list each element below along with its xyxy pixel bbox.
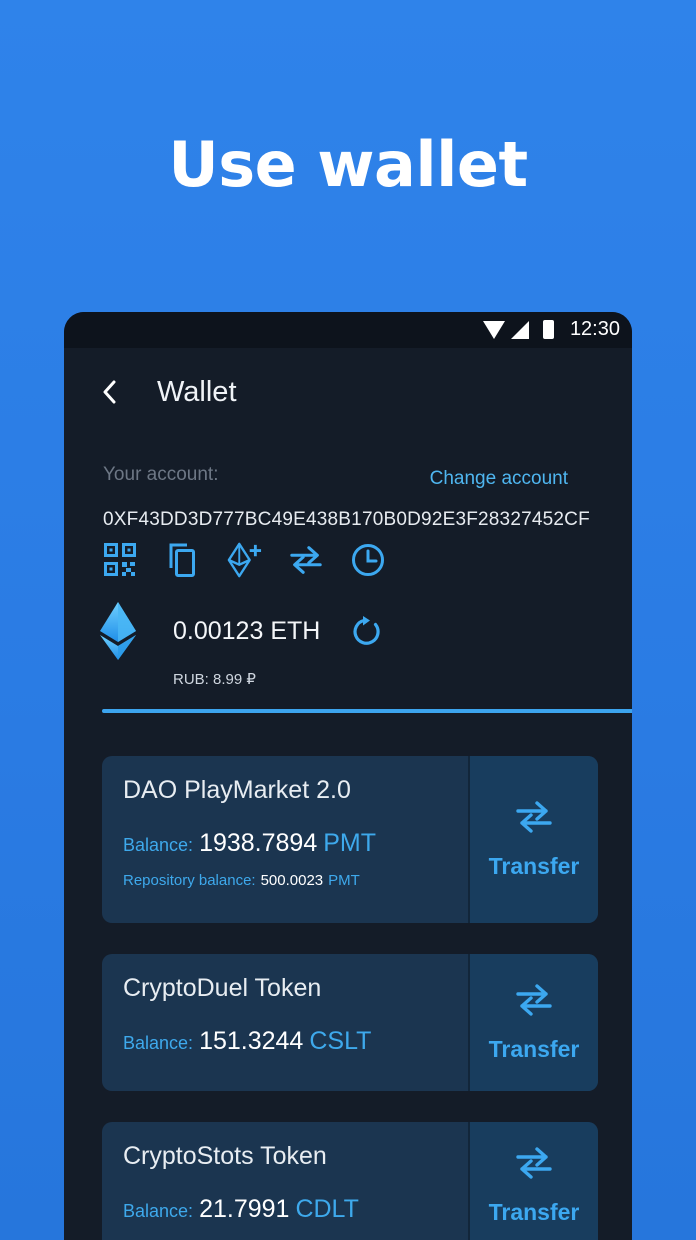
signal-icon <box>511 320 529 339</box>
copy-icon[interactable] <box>164 542 200 578</box>
balance-label: Balance: <box>123 835 194 855</box>
balance-unit: PMT <box>323 829 377 857</box>
wifi-icon <box>483 320 505 339</box>
transfer-label: Transfer <box>488 852 580 879</box>
eth-balance: 0.00123 ETH <box>173 617 321 645</box>
swap-icon[interactable] <box>288 542 324 578</box>
change-account-link[interactable]: Change account <box>430 468 568 490</box>
balance-value: 1938.7894 <box>199 829 318 857</box>
balance-value: 21.7991 <box>199 1195 290 1223</box>
balance-unit: CSLT <box>309 1027 372 1055</box>
transfer-label: Transfer <box>488 1199 580 1225</box>
account-label: Your account: <box>103 464 219 485</box>
token-name: CryptoStots Token <box>123 1142 327 1170</box>
token-card: CryptoStots Token Balance: 21.7991 CDLT … <box>102 1122 598 1240</box>
status-time: 12:30 <box>569 318 620 340</box>
transfer-icon <box>514 983 554 1022</box>
qr-code-icon[interactable] <box>102 542 138 578</box>
repository-balance-line: Repository balance: 500.0023 PMT <box>123 872 468 889</box>
transfer-button[interactable]: Transfer <box>468 954 598 1091</box>
token-info: CryptoDuel Token Balance: 151.3244 CSLT <box>102 954 468 1091</box>
app-bar: Wallet <box>64 348 632 440</box>
account-address: 0XF43DD3D777BC49E438B170B0D92E3F28327452… <box>103 509 590 530</box>
token-balance-line: Balance: 21.7991 CDLT <box>123 1195 468 1224</box>
balance-divider <box>102 709 632 713</box>
transfer-icon <box>514 1146 554 1185</box>
repository-balance-label: Repository balance: <box>123 872 256 889</box>
transfer-icon <box>514 800 554 839</box>
account-actions <box>102 542 386 578</box>
repository-balance-unit: PMT <box>328 872 360 889</box>
token-balance-line: Balance: 151.3244 CSLT <box>123 1027 468 1056</box>
transfer-button[interactable]: Transfer <box>468 756 598 923</box>
balance-label: Balance: <box>123 1201 194 1221</box>
balance-value: 151.3244 <box>199 1027 304 1055</box>
status-icons <box>483 320 554 339</box>
fiat-balance: RUB: 8.99 ₽ <box>173 671 256 688</box>
repository-balance-value: 500.0023 <box>260 872 324 889</box>
battery-icon <box>543 320 554 339</box>
eth-logo-icon <box>100 602 136 665</box>
token-balance-line: Balance: 1938.7894 PMT <box>123 829 468 858</box>
history-icon[interactable] <box>350 542 386 578</box>
back-icon[interactable] <box>100 378 120 411</box>
token-card: DAO PlayMarket 2.0 Balance: 1938.7894 PM… <box>102 756 598 923</box>
headline: Use wallet <box>168 128 528 201</box>
token-card: CryptoDuel Token Balance: 151.3244 CSLT … <box>102 954 598 1091</box>
refresh-icon[interactable] <box>352 616 382 653</box>
balance-label: Balance: <box>123 1033 194 1053</box>
page-title: Wallet <box>157 376 237 408</box>
token-info: DAO PlayMarket 2.0 Balance: 1938.7894 PM… <box>102 756 468 923</box>
status-bar: 12:30 <box>64 312 632 348</box>
transfer-label: Transfer <box>488 1035 580 1062</box>
balance-unit: CDLT <box>295 1195 359 1223</box>
transfer-button[interactable]: Transfer <box>468 1122 598 1240</box>
token-info: CryptoStots Token Balance: 21.7991 CDLT <box>102 1122 468 1240</box>
phone-screen: 12:30 Wallet Your account: Change accoun… <box>64 312 632 1240</box>
add-token-icon[interactable] <box>226 542 262 578</box>
token-name: CryptoDuel Token <box>123 974 322 1002</box>
token-name: DAO PlayMarket 2.0 <box>123 776 351 804</box>
